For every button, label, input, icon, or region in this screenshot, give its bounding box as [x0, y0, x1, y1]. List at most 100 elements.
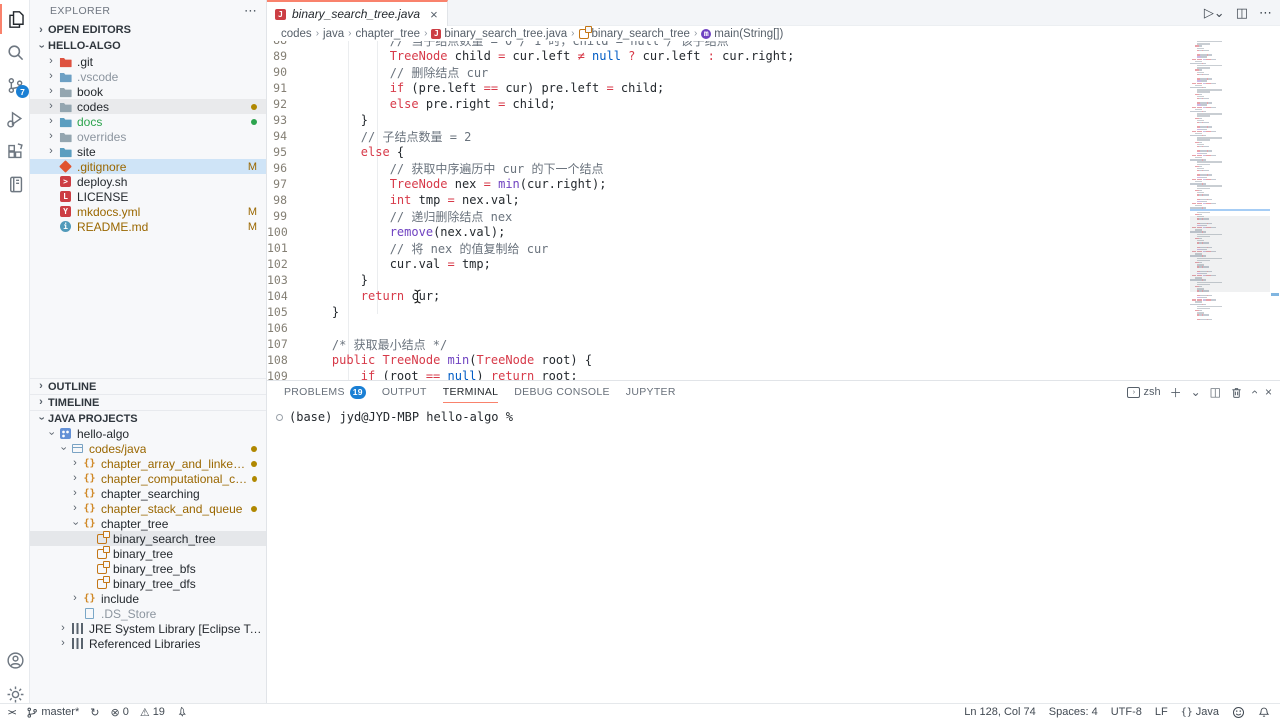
status-errors[interactable]: ⊗0 [110, 706, 128, 719]
minimap[interactable] [1190, 41, 1270, 380]
status-warnings[interactable]: ⚠19 [140, 706, 165, 719]
tree-item-vscode[interactable]: ›.vscode [30, 69, 266, 84]
split-editor-icon[interactable]: ◫ [1236, 5, 1248, 21]
tree-item-include[interactable]: ›{}include [30, 591, 266, 606]
status-notifications[interactable] [1258, 706, 1270, 719]
breadcrumb-main-string[interactable]: mmain(String[]) [701, 28, 783, 40]
code-line-102[interactable]: 102 cur.val = tmp; [267, 256, 1188, 272]
status-sync[interactable]: ↻ [90, 706, 99, 719]
code-line-93[interactable]: 93 } [267, 112, 1188, 128]
code-line-98[interactable]: 98 int tmp = nex.val; [267, 192, 1188, 208]
status-feedback[interactable] [1232, 706, 1245, 719]
code-line-101[interactable]: 101 // 将 nex 的值复制给 cur [267, 240, 1188, 256]
minimap-slider[interactable] [1190, 216, 1270, 292]
panel-tab-jupyter[interactable]: JUPYTER [626, 381, 676, 403]
code-line-95[interactable]: 95 else { [267, 144, 1188, 160]
run-debug-icon[interactable] [0, 103, 30, 133]
panel-tab-debug-console[interactable]: DEBUG CONSOLE [514, 381, 610, 403]
account-icon[interactable] [0, 645, 30, 675]
tree-item-jre-system-library-eclipse-temurin-17-17[interactable]: ›JRE System Library [Eclipse Temurin 17 … [30, 621, 266, 636]
notebook-icon[interactable] [0, 169, 30, 199]
status-eol[interactable]: LF [1155, 706, 1168, 718]
code-line-94[interactable]: 94 // 子结点数量 = 2 [267, 128, 1188, 144]
breadcrumb-chapter-tree[interactable]: chapter_tree [355, 28, 420, 40]
status-encoding[interactable]: UTF-8 [1111, 706, 1142, 718]
more-actions-icon[interactable]: ⋯ [1259, 5, 1272, 21]
kill-terminal-icon[interactable] [1230, 386, 1243, 399]
tree-item-license[interactable]: LLICENSE [30, 189, 266, 204]
tree-item-docs[interactable]: ›docs [30, 114, 266, 129]
tree-item-chapter-computational-complexity[interactable]: ›{}chapter_computational_complexity [30, 471, 266, 486]
breadcrumb-binary-search-tree[interactable]: binary_search_tree [579, 28, 690, 40]
tree-item-chapter-array-and-linkedlist[interactable]: ›{}chapter_array_and_linkedlist [30, 456, 266, 471]
breadcrumb-binary-search-tree-java[interactable]: Jbinary_search_tree.java [431, 28, 567, 40]
tree-item-chapter-tree[interactable]: ›{}chapter_tree [30, 516, 266, 531]
code-line-92[interactable]: 92 else pre.right = child; [267, 96, 1188, 112]
new-terminal-icon[interactable]: ＋ [1170, 384, 1182, 401]
tree-item-chapter-stack-and-queue[interactable]: ›{}chapter_stack_and_queue [30, 501, 266, 516]
tree-item-site[interactable]: ›site [30, 144, 266, 159]
status-git-branch[interactable]: master* [26, 706, 79, 719]
terminal-shell-label[interactable]: ›zsh [1127, 386, 1160, 398]
settings-icon[interactable] [0, 679, 30, 709]
code-line-91[interactable]: 91 if (pre.left == cur) pre.left = child… [267, 80, 1188, 96]
tree-item-gitignore[interactable]: .gitignoreM [30, 159, 266, 174]
code-line-88[interactable]: 88 // 当子结点数量 = 0 / 1 时，child = null / 该子… [267, 41, 1188, 48]
tree-item-git[interactable]: ›.git [30, 54, 266, 69]
tree-item-codes-java[interactable]: ›codes/java [30, 441, 266, 456]
run-icon[interactable]: ▷⌄ [1204, 5, 1225, 21]
tree-item-overrides[interactable]: ›overrides [30, 129, 266, 144]
tree-item-deploy-sh[interactable]: >deploy.sh [30, 174, 266, 189]
search-icon[interactable] [0, 37, 30, 67]
tab-close-icon[interactable]: × [430, 7, 438, 22]
tree-item-binary-tree-bfs[interactable]: binary_tree_bfs [30, 561, 266, 576]
tree-item-binary-tree[interactable]: binary_tree [30, 546, 266, 561]
tree-item-mkdocs-yml[interactable]: Ymkdocs.ymlM [30, 204, 266, 219]
tree-item-referenced-libraries[interactable]: ›Referenced Libraries [30, 636, 266, 651]
code-line-106[interactable]: 106 [267, 320, 1188, 336]
code-line-108[interactable]: 108 public TreeNode min(TreeNode root) { [267, 352, 1188, 368]
section-header-timeline[interactable]: ›TIMELINE [30, 394, 266, 410]
overview-ruler[interactable] [1270, 41, 1280, 380]
tree-item-book[interactable]: ›book [30, 84, 266, 99]
section-header-open-editors[interactable]: ›OPEN EDITORS [30, 22, 266, 38]
tree-item-chapter-searching[interactable]: ›{}chapter_searching [30, 486, 266, 501]
tree-item-binary-search-tree[interactable]: binary_search_tree [30, 531, 266, 546]
code-line-104[interactable]: 104 return cur; [267, 288, 1188, 304]
tree-item-ds-store[interactable]: .DS_Store [30, 606, 266, 621]
code-line-109[interactable]: 109 if (root == null) return root; [267, 368, 1188, 380]
panel-tab-terminal[interactable]: TERMINAL [443, 381, 499, 403]
tree-item-hello-algo[interactable]: ›hello-algo [30, 426, 266, 441]
status-java-status[interactable] [176, 706, 187, 718]
close-panel-icon[interactable]: × [1265, 385, 1272, 399]
code-line-107[interactable]: 107 /* 获取最小结点 */ [267, 336, 1188, 352]
code-line-97[interactable]: 97 TreeNode nex = min(cur.right); [267, 176, 1188, 192]
code-line-90[interactable]: 90 // 删除结点 cur [267, 64, 1188, 80]
section-header-hello-algo[interactable]: ›HELLO-ALGO [30, 38, 266, 54]
status-cursor-position[interactable]: Ln 128, Col 74 [964, 706, 1036, 718]
explorer-icon[interactable] [0, 4, 30, 34]
maximize-panel-icon[interactable]: › [1247, 390, 1261, 394]
tree-item-codes[interactable]: ›codes [30, 99, 266, 114]
section-header-java-projects[interactable]: ›JAVA PROJECTS [30, 410, 266, 426]
code-area[interactable]: 88 // 当子结点数量 = 0 / 1 时，child = null / 该子… [267, 41, 1188, 380]
panel-tab-problems[interactable]: PROBLEMS19 [284, 381, 366, 403]
breadcrumb-codes[interactable]: codes [281, 28, 312, 40]
command-decoration-icon[interactable] [276, 414, 283, 421]
code-line-96[interactable]: 96 // 获取中序遍历中 cur 的下一个结点 [267, 160, 1188, 176]
extensions-icon[interactable] [0, 136, 30, 166]
terminal[interactable]: (base) jyd@JYD-MBP hello-algo % [267, 403, 1280, 424]
tab-binary-search-tree[interactable]: J binary_search_tree.java × [267, 0, 448, 26]
split-terminal-icon[interactable]: ◫ [1210, 385, 1221, 399]
status-language-mode[interactable]: {}Java [1181, 706, 1219, 718]
code-line-89[interactable]: 89 TreeNode child = cur.left ≠ null ? cu… [267, 48, 1188, 64]
code-line-99[interactable]: 99 // 递归删除结点 nex [267, 208, 1188, 224]
code-line-103[interactable]: 103 } [267, 272, 1188, 288]
section-header-outline[interactable]: ›OUTLINE [30, 378, 266, 394]
launch-profile-icon[interactable]: ⌄ [1191, 385, 1201, 399]
tree-item-binary-tree-dfs[interactable]: binary_tree_dfs [30, 576, 266, 591]
breadcrumb-java[interactable]: java [323, 28, 344, 40]
status-indentation[interactable]: Spaces: 4 [1049, 706, 1098, 718]
more-actions-icon[interactable]: ⋯ [244, 3, 258, 19]
code-line-100[interactable]: 100 remove(nex.val); [267, 224, 1188, 240]
